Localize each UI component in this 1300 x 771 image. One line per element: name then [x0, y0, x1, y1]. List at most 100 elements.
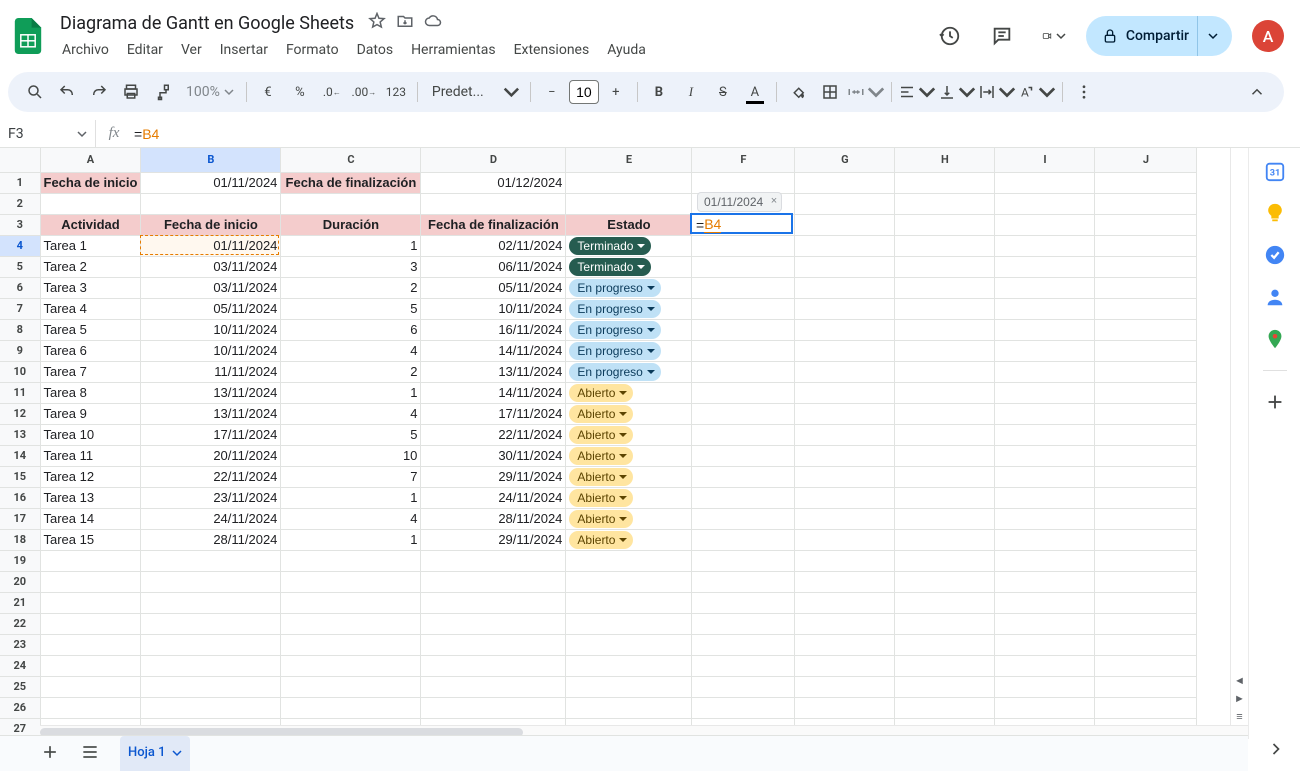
cell[interactable]: [141, 592, 281, 613]
tasks-icon[interactable]: [1264, 244, 1286, 266]
cell[interactable]: [995, 277, 1095, 298]
cell[interactable]: Estado: [566, 214, 692, 235]
cell[interactable]: [141, 676, 281, 697]
cell[interactable]: Tarea 7: [40, 361, 141, 382]
cell[interactable]: 10: [281, 445, 421, 466]
cell[interactable]: [141, 571, 281, 592]
cell[interactable]: 05/11/2024: [141, 298, 281, 319]
cell[interactable]: [1095, 592, 1197, 613]
cell[interactable]: [692, 466, 795, 487]
sheet-tab[interactable]: Hoja 1: [120, 736, 190, 771]
decrease-decimal-icon[interactable]: .0←: [317, 77, 347, 107]
cell[interactable]: [692, 592, 795, 613]
row-header-24[interactable]: 24: [0, 655, 40, 676]
cell[interactable]: Fecha de finalización: [421, 214, 566, 235]
col-header-G[interactable]: G: [795, 148, 895, 172]
cell[interactable]: 1: [281, 382, 421, 403]
cell[interactable]: Tarea 5: [40, 319, 141, 340]
row-header-21[interactable]: 21: [0, 592, 40, 613]
cell[interactable]: [281, 571, 421, 592]
cell[interactable]: [1095, 214, 1197, 235]
cell[interactable]: Fecha de inicio: [141, 214, 281, 235]
col-header-F[interactable]: F: [692, 148, 795, 172]
cell[interactable]: [421, 613, 566, 634]
cell[interactable]: 17/11/2024: [421, 403, 566, 424]
cell[interactable]: [281, 676, 421, 697]
cell[interactable]: [421, 571, 566, 592]
font-size-input[interactable]: [569, 80, 599, 104]
all-sheets-icon[interactable]: [80, 742, 100, 766]
cell[interactable]: 03/11/2024: [141, 256, 281, 277]
cell[interactable]: [566, 697, 692, 718]
scroll-right-icon[interactable]: ►: [1231, 689, 1248, 707]
add-sheet-icon[interactable]: [40, 742, 60, 766]
move-icon[interactable]: [396, 12, 414, 34]
cell[interactable]: Abierto: [566, 529, 692, 550]
cell[interactable]: [1095, 529, 1197, 550]
cell[interactable]: Tarea 2: [40, 256, 141, 277]
cell[interactable]: 23/11/2024: [141, 487, 281, 508]
italic-icon[interactable]: I: [676, 77, 706, 107]
cell[interactable]: [995, 487, 1095, 508]
cell[interactable]: [895, 424, 995, 445]
cell[interactable]: 6: [281, 319, 421, 340]
cell[interactable]: [1095, 340, 1197, 361]
row-header-8[interactable]: 8: [0, 319, 40, 340]
cell[interactable]: [1095, 466, 1197, 487]
cell[interactable]: [795, 172, 895, 193]
cell[interactable]: 01/11/2024: [141, 235, 281, 256]
share-caret[interactable]: [1197, 16, 1228, 56]
meet-button[interactable]: [1034, 16, 1074, 56]
cell[interactable]: 17/11/2024: [141, 424, 281, 445]
col-header-H[interactable]: H: [895, 148, 995, 172]
cell[interactable]: [1095, 172, 1197, 193]
cell[interactable]: [995, 550, 1095, 571]
cell[interactable]: 30/11/2024: [421, 445, 566, 466]
menu-datos[interactable]: Datos: [349, 38, 401, 62]
cell[interactable]: Abierto: [566, 466, 692, 487]
cell[interactable]: [281, 550, 421, 571]
cell[interactable]: [995, 697, 1095, 718]
fill-color-icon[interactable]: [783, 77, 813, 107]
cell[interactable]: [995, 592, 1095, 613]
cell[interactable]: [795, 466, 895, 487]
cell[interactable]: [692, 256, 795, 277]
col-header-C[interactable]: C: [281, 148, 421, 172]
row-header-6[interactable]: 6: [0, 277, 40, 298]
cell[interactable]: [1095, 550, 1197, 571]
cell[interactable]: 2: [281, 277, 421, 298]
cell[interactable]: [995, 172, 1095, 193]
cell[interactable]: [566, 550, 692, 571]
cell[interactable]: 10/11/2024: [141, 319, 281, 340]
cell[interactable]: [692, 172, 795, 193]
col-header-E[interactable]: E: [566, 148, 692, 172]
cell[interactable]: [692, 340, 795, 361]
cell[interactable]: [692, 529, 795, 550]
cell[interactable]: [795, 319, 895, 340]
valign-icon[interactable]: [938, 77, 976, 107]
status-chip[interactable]: En progreso: [569, 342, 660, 360]
font-dropdown[interactable]: Predet...: [424, 77, 524, 107]
cell[interactable]: [566, 592, 692, 613]
cell[interactable]: [995, 634, 1095, 655]
status-chip[interactable]: Abierto: [569, 405, 633, 423]
cell[interactable]: [421, 676, 566, 697]
status-chip[interactable]: Abierto: [569, 426, 633, 444]
row-header-16[interactable]: 16: [0, 487, 40, 508]
cell[interactable]: [566, 571, 692, 592]
cell[interactable]: [692, 550, 795, 571]
sheets-logo[interactable]: [8, 16, 48, 56]
name-box[interactable]: F3: [0, 120, 96, 147]
cell[interactable]: Abierto: [566, 508, 692, 529]
cell[interactable]: 22/11/2024: [141, 466, 281, 487]
cell[interactable]: [895, 487, 995, 508]
cell[interactable]: [795, 529, 895, 550]
rotate-icon[interactable]: A: [1018, 77, 1056, 107]
cell[interactable]: [421, 634, 566, 655]
cell[interactable]: Terminado: [566, 256, 692, 277]
cell[interactable]: [421, 193, 566, 214]
col-header-J[interactable]: J: [1095, 148, 1197, 172]
cell[interactable]: [40, 571, 141, 592]
row-header-15[interactable]: 15: [0, 466, 40, 487]
status-chip[interactable]: Abierto: [569, 510, 633, 528]
